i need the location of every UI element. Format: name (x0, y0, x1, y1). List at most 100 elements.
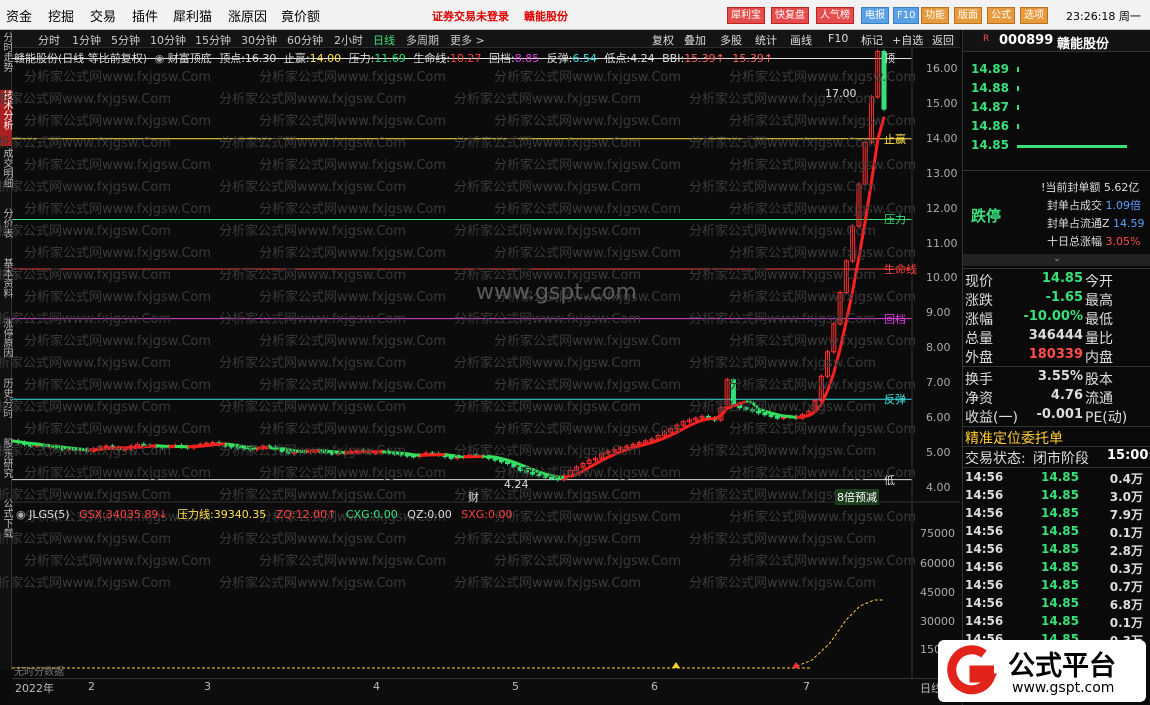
period-multi[interactable]: 多周期 (406, 32, 439, 48)
tool-back[interactable]: 返回 (932, 32, 954, 48)
indicator-name[interactable]: 财富顶底 (168, 52, 212, 65)
menu-auction[interactable]: 竟价额 (281, 6, 320, 25)
watermark-text: 分析家公式网www.fxjgsw.Com (454, 356, 642, 371)
tick-list[interactable]: 14:56 14.85 0.4万 14:56 14.85 3.0万 14:56 14.85 7.… (963, 467, 1150, 667)
ma-line-segment (444, 453, 452, 457)
sub-note: 无时分数据 (14, 667, 64, 678)
stat-value: 4.76 (1050, 388, 1083, 403)
tick-row[interactable]: 14:56 14.85 7.9万 (963, 506, 1150, 524)
indicator-item-value: 16.30 (244, 52, 277, 65)
tick-price: 14.85 (1041, 506, 1079, 520)
menu-mining[interactable]: 挖掘 (48, 6, 74, 25)
top-btn-review[interactable]: 快复盘 (771, 7, 809, 24)
tool-f10[interactable]: F10 (828, 32, 848, 45)
tick-row[interactable]: 14:56 14.85 3.0万 (963, 488, 1150, 506)
price-tick-label: 9.00 (926, 306, 951, 320)
sub-indicator-item-value: 12.00↑ (295, 508, 337, 521)
period-5min[interactable]: 5分钟 (111, 32, 140, 48)
tick-price: 14.85 (1041, 542, 1079, 556)
indicator-item-label: 止赢: (280, 52, 310, 65)
menu-plugins[interactable]: 插件 (132, 6, 158, 25)
indicator-item-label: 生命线: (409, 52, 451, 65)
tool-mark[interactable]: 标记 (861, 32, 883, 48)
tool-add-watch[interactable]: +自选 (892, 32, 923, 48)
watermark-text: 分析家公式网www.fxjgsw.Com (0, 488, 172, 503)
price-tick-label: 10.00 (926, 271, 958, 285)
top-btn-function[interactable]: 功能 (921, 7, 949, 24)
tick-row[interactable]: 14:56 14.85 0.4万 (963, 470, 1150, 488)
ma-line-segment (688, 421, 697, 427)
period-15min[interactable]: 15分钟 (195, 32, 231, 48)
top-btn-telegraph[interactable]: 电报 (861, 7, 889, 24)
stat-label: 净资 (965, 391, 993, 407)
ma-line-segment (682, 424, 691, 430)
login-warning[interactable]: 证券交易未登录 (432, 8, 509, 24)
tool-multi-stock[interactable]: 多股 (720, 32, 742, 48)
top-btn-popularity[interactable]: 人气榜 (816, 7, 854, 24)
tool-draw[interactable]: 画线 (790, 32, 812, 48)
period-10min[interactable]: 10分钟 (150, 32, 186, 48)
x-label-may: 5 (512, 680, 519, 693)
top-btn-f10[interactable]: F10 (893, 7, 920, 24)
level-label: 生命线 (884, 263, 917, 277)
top-btn-options[interactable]: 选项 (1020, 7, 1048, 24)
order-price: 14.89 (971, 62, 1009, 76)
tick-volume: 0.4万 (1109, 472, 1143, 486)
collapse-chevron-icon[interactable]: ⌄ (963, 254, 1150, 266)
watermark-text: 分析家公式网www.fxjgsw.Com (0, 444, 172, 459)
seal-label: 十日总涨幅 (1047, 235, 1102, 248)
top-btn-layout[interactable]: 版面 (954, 7, 982, 24)
menu-limit-reason[interactable]: 涨原因 (228, 6, 267, 25)
menu-funds[interactable]: 资金 (6, 6, 32, 25)
tick-row[interactable]: 14:56 14.85 0.3万 (963, 560, 1150, 578)
watermark-text: 分析家公式网www.fxjgsw.Com (0, 136, 172, 151)
order-bar (1017, 105, 1019, 110)
tool-overlay[interactable]: 叠加 (684, 32, 706, 48)
period-1min[interactable]: 1分钟 (72, 32, 101, 48)
tick-row[interactable]: 14:56 14.85 6.8万 (963, 596, 1150, 614)
ma-line-segment (651, 439, 659, 445)
stat-value: -0.001 (1036, 407, 1083, 422)
watermark-text: 分析家公式网www.fxjgsw.Com (259, 202, 447, 217)
seal-value: 14.59 (1113, 217, 1145, 230)
period-60min[interactable]: 60分钟 (287, 32, 323, 48)
precise-order-link[interactable]: 精准定位委托单 (965, 428, 1063, 448)
watermark-text: 分析家公式网www.fxjgsw.Com (219, 268, 407, 283)
watermark-text: 分析家公式网www.fxjgsw.Com (0, 224, 172, 239)
tick-time: 14:56 (965, 488, 1004, 502)
period-more[interactable]: 更多 > (450, 32, 485, 48)
logo-url: www.gspt.com (1012, 680, 1115, 696)
tick-row[interactable]: 14:56 14.85 0.7万 (963, 578, 1150, 596)
menu-trade[interactable]: 交易 (90, 6, 116, 25)
tick-row[interactable]: 14:56 14.85 2.8万 (963, 542, 1150, 560)
watermark-text: 分析家公式网www.fxjgsw.Com (494, 158, 682, 173)
menu-xilimao[interactable]: 犀利猫 (173, 6, 212, 25)
sub-indicator-name[interactable]: JLGS(5) (29, 508, 69, 521)
sub-indicator-toggle-icon[interactable]: ◉ (16, 508, 26, 521)
watermark-text: 分析家公式网www.fxjgsw.Com (219, 136, 407, 151)
indicator-toggle-icon[interactable]: ◉ (155, 52, 165, 65)
tick-row[interactable]: 14:56 14.85 0.1万 (963, 614, 1150, 632)
stat-value: -1.65 (1045, 290, 1083, 305)
tick-row[interactable]: 14:56 14.85 0.1万 (963, 524, 1150, 542)
stat-label: 涨幅 (965, 312, 993, 328)
indicator-item-value: 15.39↑ (684, 52, 725, 65)
watermark-text: 分析家公式网www.fxjgsw.Com (24, 158, 212, 173)
watermark-text: 分析家公式网www.fxjgsw.Com (259, 246, 447, 261)
top-btn-xilibao[interactable]: 犀利宝 (727, 7, 765, 24)
watermark-text: 分析家公式网www.fxjgsw.Com (494, 114, 682, 129)
period-toolbar: 分时 1分钟 5分钟 10分钟 15分钟 30分钟 60分钟 2小时 日线 多周… (12, 30, 960, 48)
period-timeshare[interactable]: 分时 (38, 32, 60, 48)
period-30min[interactable]: 30分钟 (241, 32, 277, 48)
top-btn-formula[interactable]: 公式 (987, 7, 1015, 24)
stat-label: 现价 (965, 274, 993, 290)
period-2h[interactable]: 2小时 (334, 32, 363, 48)
tool-stats[interactable]: 统计 (755, 32, 777, 48)
watermark-text: 分析家公式网www.fxjgsw.Com (729, 334, 917, 349)
ma-line-segment (802, 414, 810, 419)
tab-timeshare[interactable]: 分时走势 (0, 32, 12, 88)
tool-restore[interactable]: 复权 (652, 32, 674, 48)
period-daily[interactable]: 日线 (373, 32, 395, 48)
sub-indicator-item-value: 0.00 (373, 508, 398, 521)
price-tick-label: 6.00 (926, 411, 951, 425)
